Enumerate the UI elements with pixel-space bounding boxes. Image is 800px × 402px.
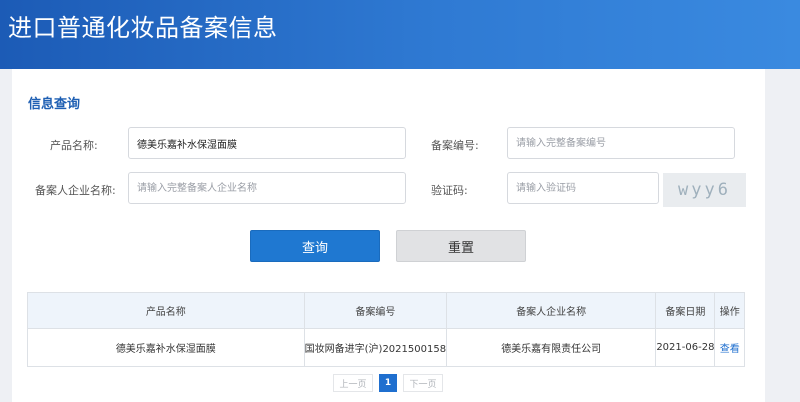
- page-1-button[interactable]: 1: [379, 374, 397, 392]
- col-header-record-no: 备案编号: [303, 292, 448, 329]
- next-page-button[interactable]: 下一页: [403, 374, 443, 392]
- query-button[interactable]: 查询: [250, 230, 380, 262]
- product-name-input[interactable]: [128, 127, 406, 159]
- record-no-label: 备案编号:: [431, 139, 479, 152]
- table-header-row: 产品名称 备案编号 备案人企业名称 备案日期 操作: [27, 292, 745, 329]
- cell-product: 德美乐嘉补水保湿面膜: [27, 328, 305, 367]
- col-header-date: 备案日期: [655, 292, 716, 329]
- product-name-label: 产品名称:: [50, 139, 98, 152]
- cell-action: 查看: [714, 328, 745, 367]
- cell-company: 德美乐嘉有限责任公司: [446, 328, 657, 367]
- prev-page-button[interactable]: 上一页: [333, 374, 373, 392]
- company-label: 备案人企业名称:: [35, 184, 116, 197]
- cell-date: 2021-06-28: [655, 328, 716, 367]
- content-card: 信息查询 产品名称: 备案编号: 备案人企业名称: 验证码: wyy6 查询 重…: [12, 69, 765, 402]
- captcha-input[interactable]: [507, 172, 659, 204]
- page-title: 进口普通化妆品备案信息: [8, 14, 278, 42]
- view-link[interactable]: 查看: [720, 344, 740, 355]
- captcha-label: 验证码:: [431, 184, 468, 197]
- cell-record-no: 国妆网备进字(沪)2021500158: [303, 328, 448, 367]
- section-title: 信息查询: [28, 97, 81, 112]
- results-table: 产品名称 备案编号 备案人企业名称 备案日期 操作 德美乐嘉补水保湿面膜 国妆网…: [27, 292, 745, 367]
- col-header-company: 备案人企业名称: [446, 292, 657, 329]
- pagination: 上一页 1 下一页: [333, 374, 443, 392]
- record-no-input[interactable]: [507, 127, 735, 159]
- company-input[interactable]: [128, 172, 406, 204]
- col-header-product: 产品名称: [27, 292, 305, 329]
- reset-button[interactable]: 重置: [396, 230, 526, 262]
- captcha-image[interactable]: wyy6: [663, 173, 746, 207]
- col-header-action: 操作: [714, 292, 745, 329]
- page-header: 进口普通化妆品备案信息: [0, 0, 800, 69]
- table-row: 德美乐嘉补水保湿面膜 国妆网备进字(沪)2021500158 德美乐嘉有限责任公…: [27, 328, 745, 367]
